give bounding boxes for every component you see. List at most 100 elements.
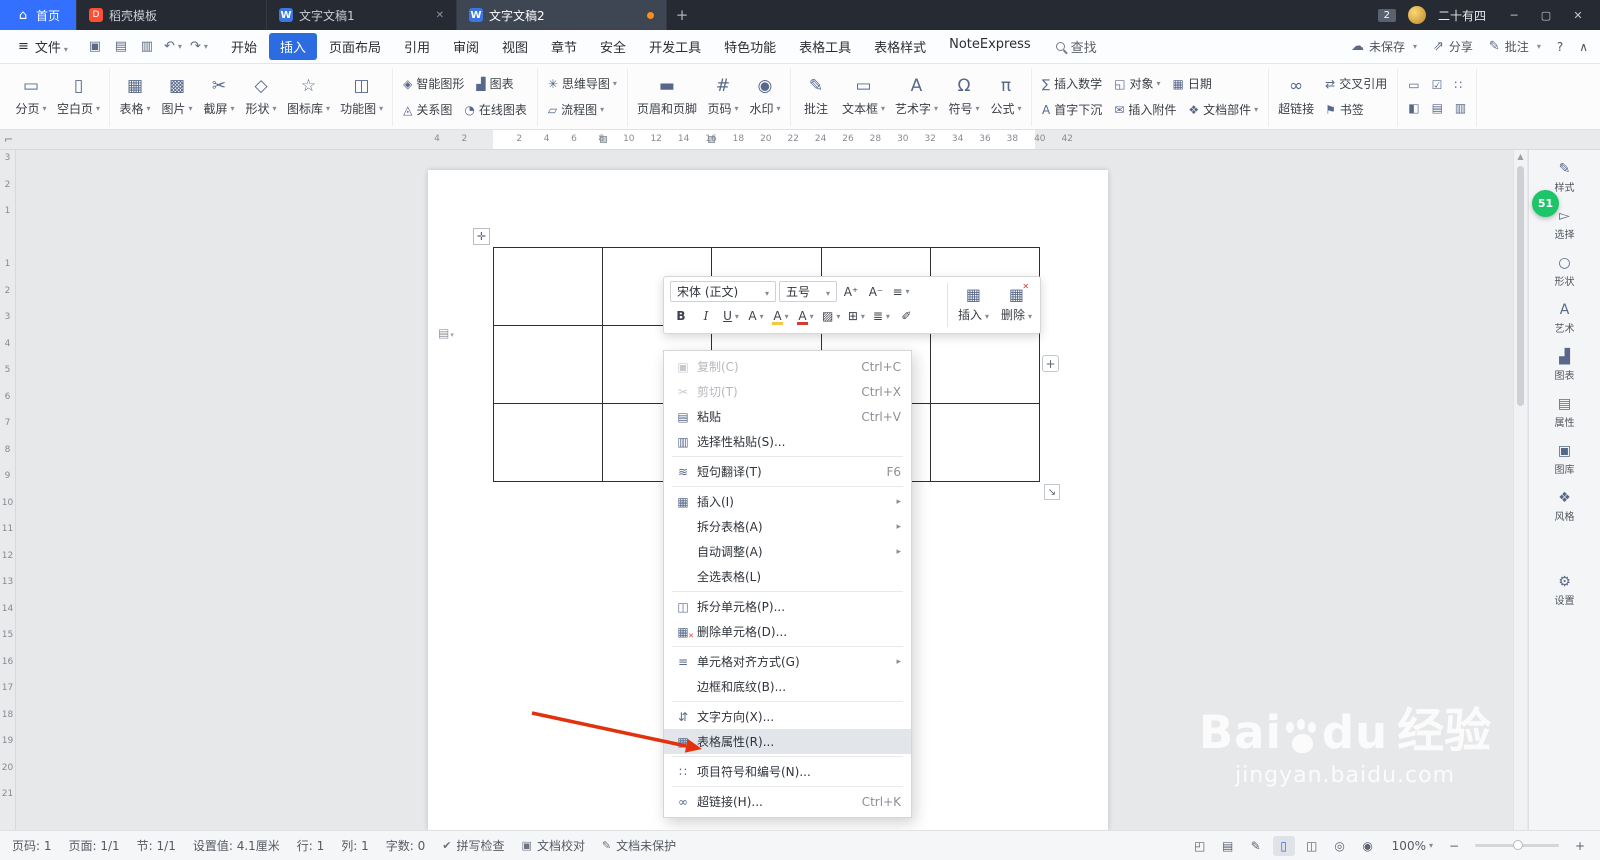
ribbon-mindmap-button[interactable]: ✳ 思维导图: [543, 73, 622, 94]
font-name-select[interactable]: 宋体 (正文): [670, 281, 776, 302]
username[interactable]: 二十有四: [1438, 7, 1486, 24]
context-menu-item-paste[interactable]: ▤ 粘贴 Ctrl+V: [664, 404, 911, 429]
underline-button[interactable]: U: [720, 306, 742, 326]
menubar-item-11[interactable]: 表格样式: [863, 33, 937, 60]
menubar-item-0[interactable]: 开始: [220, 33, 268, 60]
decrease-font-button[interactable]: A⁻: [865, 282, 887, 302]
horizontal-ruler[interactable]: ⌐ 4 2 2 4 6 8 10 12 14 16 18 20 22 24 26 28 30 32 34 36 38 40…: [0, 130, 1600, 150]
menubar-item-1[interactable]: 插入: [268, 33, 317, 60]
sidebar-item-art[interactable]: A 艺术: [1555, 303, 1575, 335]
ink-icon[interactable]: ✎: [1245, 836, 1267, 856]
ribbon-chart-button[interactable]: ▟ 图表: [471, 73, 518, 94]
menubar-item-3[interactable]: 引用: [393, 33, 441, 60]
context-menu-item-autofit[interactable]: 自动调整(A) ▸: [664, 539, 911, 564]
zoom-out-button[interactable]: −: [1446, 839, 1462, 853]
menubar-item-12[interactable]: NoteExpress: [938, 33, 1042, 60]
ribbon-bookmark-button[interactable]: ⚑ 书签: [1320, 99, 1369, 120]
context-menu-item-paste-special[interactable]: ▥ 选择性粘贴(S)...: [664, 429, 911, 454]
context-menu-item-cell-alignment[interactable]: ≡ 单元格对齐方式(G) ▸: [664, 649, 911, 674]
menubar-item-4[interactable]: 审阅: [442, 33, 490, 60]
menubar-item-6[interactable]: 章节: [540, 33, 588, 60]
scroll-up-icon[interactable]: ▲: [1514, 152, 1527, 161]
zoom-slider-thumb[interactable]: [1513, 840, 1523, 850]
ribbon-object-button[interactable]: ◱ 对象: [1109, 73, 1165, 94]
menubar-item-9[interactable]: 特色功能: [713, 33, 787, 60]
zoom-level-select[interactable]: 100%: [1392, 839, 1433, 853]
font-color-button[interactable]: A: [795, 306, 817, 326]
context-menu-item-translate[interactable]: ≋ 短句翻译(T) F6: [664, 459, 911, 484]
print-button[interactable]: ▤: [108, 36, 134, 58]
ribbon-ctrl3-button[interactable]: ∷: [1449, 76, 1467, 94]
notification-badge[interactable]: 2: [1377, 8, 1396, 22]
sidebar-item-prop[interactable]: ▤ 属性: [1555, 397, 1575, 429]
ribbon-watermark-button[interactable]: ◉ 水印: [745, 69, 785, 125]
member-badge[interactable]: 51: [1532, 190, 1559, 217]
sidebar-item-gallery[interactable]: ▣ 图库: [1555, 444, 1575, 476]
ribbon-smartart-button[interactable]: ◈ 智能图形: [398, 73, 469, 94]
align-button[interactable]: ≣: [870, 306, 892, 326]
context-menu-item-cut[interactable]: ✂ 剪切(T) Ctrl+X: [664, 379, 911, 404]
ribbon-ctrl2-button[interactable]: ☑: [1427, 76, 1448, 94]
tabstop-selector-icon[interactable]: ⌐: [4, 133, 13, 146]
font-size-select[interactable]: 五号: [779, 281, 837, 302]
avatar[interactable]: [1407, 6, 1426, 24]
table-resize-handle[interactable]: ↘: [1044, 484, 1060, 500]
ribbon-picture-button[interactable]: ▩ 图片: [157, 69, 197, 125]
context-menu-item-delete-cells[interactable]: ▦删除单元格(D)...: [664, 619, 911, 644]
table-cell-r1c4[interactable]: [930, 326, 1040, 404]
ribbon-pagebreak-button[interactable]: ▭ 分页: [11, 69, 51, 125]
ribbon-ctrl6-button[interactable]: ▥: [1450, 99, 1471, 117]
table-insert-button[interactable]: ▦ 插入: [958, 287, 989, 323]
context-menu-item-copy[interactable]: ▣ 复制(C) Ctrl+C: [664, 354, 911, 379]
context-menu-item-borders-shading[interactable]: 边框和底纹(B)...: [664, 674, 911, 699]
sidebar-item-style[interactable]: ✎ 样式: [1555, 162, 1575, 194]
ribbon-crossref-button[interactable]: ⇄ 交叉引用: [1320, 73, 1392, 94]
redo-button[interactable]: ↷: [186, 36, 212, 58]
comment-button[interactable]: ✎ 批注: [1489, 38, 1541, 55]
ribbon-headerfooter-button[interactable]: ▬ 页眉和页脚: [633, 69, 701, 125]
readmode-icon[interactable]: ▤: [1217, 836, 1239, 856]
close-button[interactable]: ✕: [1562, 0, 1594, 30]
save-status[interactable]: ☁ 未保存: [1351, 38, 1417, 55]
sidebar-item-settings[interactable]: ⚙ 设置: [1555, 575, 1575, 607]
context-menu-item-hyperlink[interactable]: ∞ 超链接(H)... Ctrl+K: [664, 789, 911, 814]
table-move-handle[interactable]: ✛: [473, 228, 490, 245]
format-painter-button[interactable]: ✐: [895, 306, 917, 326]
collapse-ribbon-button[interactable]: ∧: [1579, 40, 1588, 54]
ribbon-symbol-button[interactable]: Ω 符号: [944, 69, 984, 125]
multipage-icon[interactable]: ◫: [1301, 836, 1323, 856]
context-menu-item-split-cells[interactable]: ◫ 拆分单元格(P)...: [664, 594, 911, 619]
ribbon-table-button[interactable]: ▦ 表格: [115, 69, 155, 125]
context-menu-item-insert[interactable]: ▦ 插入(I) ▸: [664, 489, 911, 514]
print-preview-button[interactable]: ▥: [134, 36, 160, 58]
ribbon-formula-button[interactable]: π 公式: [986, 69, 1026, 125]
highlight-button[interactable]: A: [770, 306, 792, 326]
ribbon-pagenum-button[interactable]: # 页码: [703, 69, 743, 125]
ribbon-dropcap-button[interactable]: A 首字下沉: [1037, 99, 1107, 120]
char-shading-button[interactable]: A: [745, 306, 767, 326]
eye-icon[interactable]: ◉: [1357, 836, 1379, 856]
save-button[interactable]: ▣: [82, 36, 108, 58]
ribbon-docpart-button[interactable]: ❖ 文档部件: [1183, 99, 1263, 120]
undo-button[interactable]: ↶: [160, 36, 186, 58]
close-tab-icon[interactable]: ✕: [436, 10, 444, 21]
ribbon-attach-button[interactable]: ✉ 插入附件: [1109, 99, 1181, 120]
table-cell-r2c4[interactable]: [930, 404, 1040, 482]
context-menu-item-select-table[interactable]: 全选表格(L): [664, 564, 911, 589]
ribbon-shapes-button[interactable]: ◇ 形状: [241, 69, 281, 125]
context-menu-item-table-properties[interactable]: ▦ 表格属性(R)...: [664, 729, 911, 754]
tab-document-2[interactable]: W 文字文稿1 ✕: [267, 0, 458, 30]
ribbon-ctrl1-button[interactable]: ▭: [1403, 76, 1424, 94]
menubar-item-7[interactable]: 安全: [589, 33, 637, 60]
paragraph-options-icon[interactable]: ▤: [438, 326, 454, 340]
ribbon-math-button[interactable]: ∑ 插入数学: [1037, 73, 1107, 94]
menubar-item-8[interactable]: 开发工具: [638, 33, 712, 60]
status-item-8[interactable]: ▣ 文档校对: [522, 837, 585, 854]
border-button[interactable]: ⊞: [845, 306, 867, 326]
tab-document-3[interactable]: W 文字文稿2: [457, 0, 668, 30]
ribbon-ctrl4-button[interactable]: ◧: [1403, 99, 1424, 117]
fullscreen-icon[interactable]: ◰: [1189, 836, 1211, 856]
status-item-9[interactable]: ✎ 文档未保护: [602, 837, 676, 854]
pageview-icon[interactable]: ▯: [1272, 835, 1295, 856]
ribbon-screenshot-button[interactable]: ✂ 截屏: [199, 69, 239, 125]
